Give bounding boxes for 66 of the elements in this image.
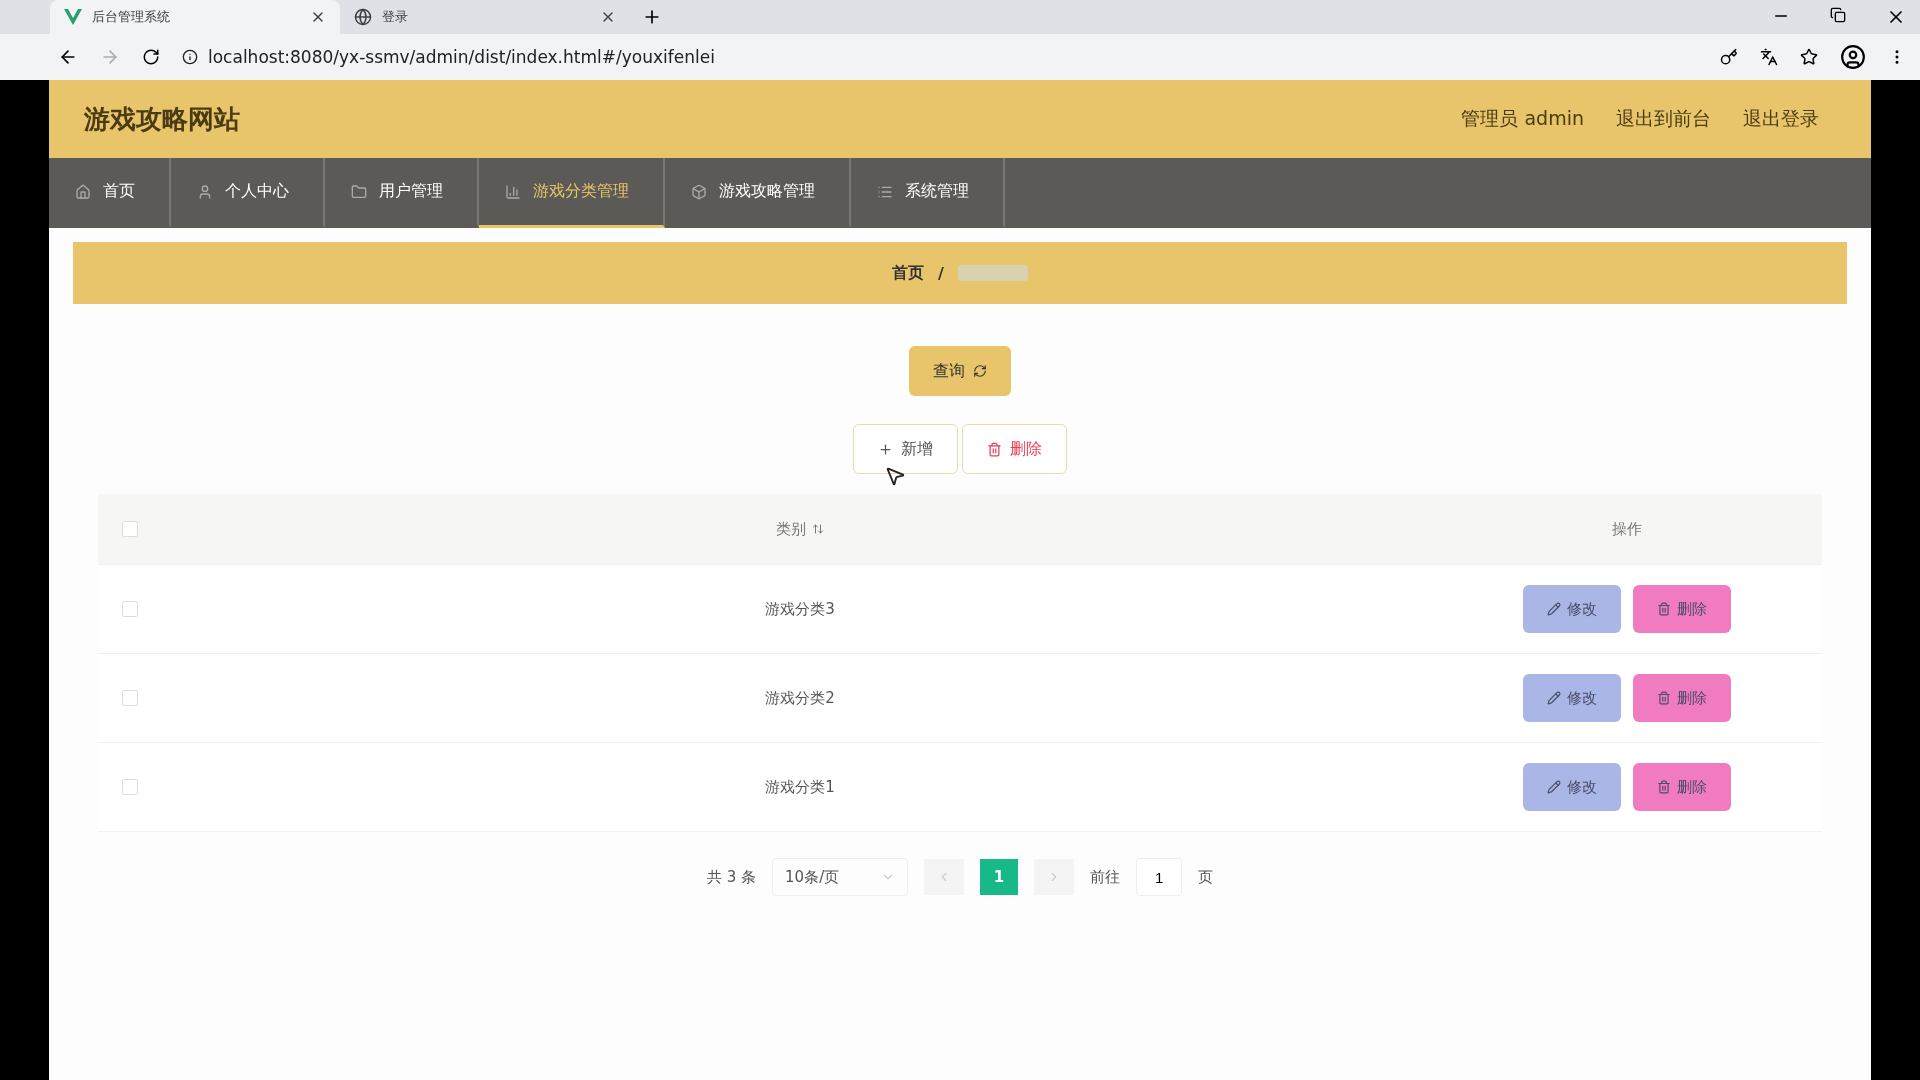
star-icon[interactable] — [1800, 48, 1818, 66]
info-icon[interactable] — [182, 49, 198, 65]
page-size-select[interactable]: 10条/页 — [772, 858, 909, 896]
checkbox[interactable] — [122, 521, 138, 537]
breadcrumb-link[interactable]: 首页 — [892, 262, 925, 284]
globe-icon — [354, 8, 372, 26]
nav-item[interactable]: 用户管理 — [325, 158, 479, 228]
sort-icon[interactable] — [812, 523, 824, 535]
site-title: 游戏攻略网站 — [84, 102, 240, 136]
browser-tab[interactable]: 登录 — [340, 0, 630, 34]
trash-icon — [1657, 780, 1671, 794]
nav-label: 首页 — [103, 181, 135, 202]
bar-chart-icon — [505, 183, 521, 200]
nav-label: 用户管理 — [379, 181, 443, 202]
nav-label: 系统管理 — [905, 181, 969, 202]
table-cell-text: 游戏分类3 — [764, 599, 836, 619]
restore-icon[interactable] — [1830, 7, 1846, 23]
cursor-icon — [884, 465, 906, 487]
v-logo-icon — [64, 9, 82, 25]
pencil-icon — [1547, 691, 1561, 705]
page-input[interactable]: 1 — [1136, 858, 1183, 896]
blurred-breadcrumb — [957, 265, 1028, 281]
nav-item[interactable]: 游戏分类管理 — [479, 158, 665, 228]
profile-icon[interactable] — [1840, 44, 1866, 70]
edit-button[interactable]: 修改 — [1523, 763, 1621, 811]
delete-button[interactable]: 删除 — [962, 424, 1067, 474]
trash-icon — [1657, 602, 1671, 616]
table-cell-text: 游戏分类2 — [764, 688, 836, 708]
nav-label: 游戏分类管理 — [533, 181, 629, 202]
column-header: 操作 — [1612, 519, 1642, 539]
table-cell-text: 游戏分类1 — [764, 777, 836, 797]
key-icon[interactable] — [1720, 48, 1738, 66]
edit-button[interactable]: 修改 — [1523, 585, 1621, 633]
nav-item[interactable]: 游戏攻略管理 — [665, 158, 851, 228]
checkbox[interactable] — [122, 690, 138, 706]
reload-icon[interactable] — [142, 48, 160, 66]
header-link[interactable]: 退出到前台 — [1616, 106, 1711, 132]
nav-item[interactable]: 系统管理 — [851, 158, 1005, 228]
nav-label: 个人中心 — [225, 181, 289, 202]
goto-label: 前往 — [1090, 867, 1121, 887]
address-bar[interactable]: localhost:8080/yx-ssmv/admin/dist/index.html#/youxifenlei — [208, 47, 715, 67]
breadcrumb-separator: / — [938, 263, 944, 283]
header-link[interactable]: 退出登录 — [1743, 106, 1819, 132]
house-icon — [75, 183, 91, 200]
plus-icon — [878, 441, 893, 457]
nav-item[interactable]: 个人中心 — [171, 158, 325, 228]
nav-item[interactable]: 首页 — [49, 158, 171, 228]
folder-icon — [351, 183, 367, 200]
edit-button[interactable]: 修改 — [1523, 674, 1621, 722]
nav-label: 游戏攻略管理 — [719, 181, 815, 202]
person-icon — [197, 183, 213, 200]
add-button[interactable]: 新增 — [853, 424, 958, 474]
checkbox[interactable] — [122, 601, 138, 617]
page-unit: 页 — [1198, 867, 1214, 887]
user-label: 管理员 admin — [1461, 106, 1584, 131]
pencil-icon — [1547, 602, 1561, 616]
total-count: 共 3 条 — [706, 867, 757, 887]
browser-tab[interactable]: 后台管理系统 — [50, 0, 340, 34]
translate-icon[interactable] — [1760, 48, 1778, 66]
trash-icon — [1657, 691, 1671, 705]
search-button[interactable]: 查询 — [909, 346, 1011, 396]
column-header[interactable]: 类别 — [776, 519, 806, 539]
checkbox[interactable] — [122, 779, 138, 795]
trash-icon — [987, 441, 1002, 457]
pencil-icon — [1547, 780, 1561, 794]
cube-icon — [691, 183, 707, 200]
